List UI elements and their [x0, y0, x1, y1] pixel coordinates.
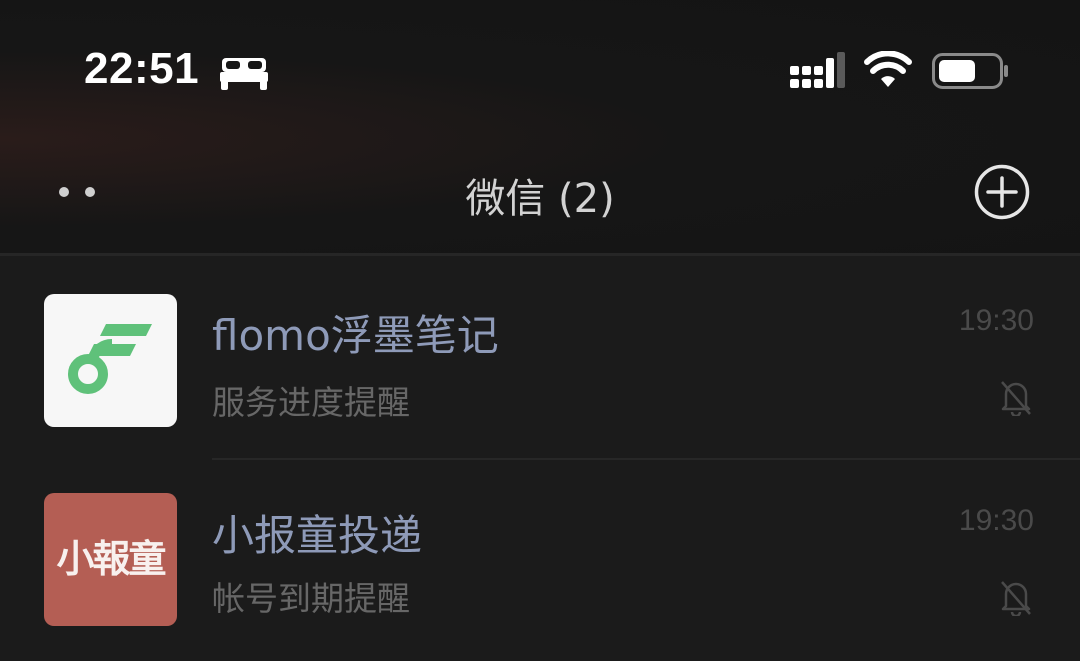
chat-time: 19:30 [958, 504, 1034, 537]
chat-name: 小报童投递 [212, 511, 423, 560]
xiaobaotong-avatar: 小報童 [44, 493, 177, 626]
cellular-signal-icon [790, 52, 846, 94]
chat-item[interactable]: 小報童 小报童投递 帐号到期提醒 19:30 [0, 460, 1080, 660]
mute-bell-icon [998, 378, 1034, 420]
bed-icon [220, 58, 268, 94]
chat-time: 19:30 [958, 304, 1034, 337]
plus-circle-icon[interactable] [973, 163, 1031, 225]
status-bar: 22:51 [0, 0, 1080, 130]
chat-preview: 服务进度提醒 [212, 383, 410, 422]
wifi-icon [864, 50, 912, 93]
header-divider [0, 253, 1080, 256]
status-time: 22:51 [84, 44, 200, 93]
flomo-avatar [44, 294, 177, 427]
nav-bar: 微信 (2) [0, 130, 1080, 253]
mute-bell-icon [998, 578, 1034, 620]
top-bar: 22:51 微信 (2) [0, 0, 1080, 253]
chat-preview: 帐号到期提醒 [212, 579, 410, 618]
chat-name: flomo浮墨笔记 [212, 311, 499, 360]
battery-icon [932, 53, 1010, 95]
page-title: 微信 (2) [465, 176, 615, 222]
chat-item[interactable]: flomo浮墨笔记 服务进度提醒 19:30 [0, 260, 1080, 460]
